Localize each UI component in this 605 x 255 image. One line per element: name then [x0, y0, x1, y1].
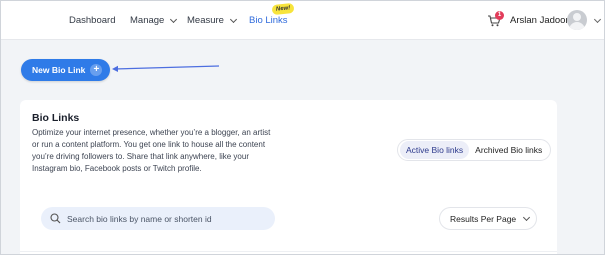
avatar-head [573, 13, 581, 21]
nav-dashboard-label: Dashboard [69, 15, 116, 26]
avatar-body [569, 22, 585, 30]
nav-dashboard[interactable]: Dashboard [69, 15, 115, 26]
top-navigation: Dashboard Manage Measure Bio Links New! … [1, 1, 604, 40]
plus-icon: + [90, 64, 103, 76]
cart-count-badge: 1 [495, 11, 504, 20]
chevron-down-icon [229, 15, 238, 23]
tab-active-bio-links[interactable]: Active Bio links [400, 141, 470, 159]
nav-measure-label: Measure [187, 15, 224, 26]
results-per-page-select[interactable]: Results Per Page [439, 207, 537, 230]
nav-manage-label: Manage [130, 15, 165, 26]
chevron-down-icon [170, 15, 178, 23]
chevron-down-icon [523, 213, 531, 221]
user-name[interactable]: Arslan Jadoon [510, 15, 571, 26]
nav-measure[interactable]: Measure [187, 15, 238, 26]
divider [20, 251, 557, 252]
card-description: Optimize your internet presence, whether… [32, 128, 271, 173]
pointer-arrow-icon [112, 65, 220, 72]
tab-archived-bio-links[interactable]: Archived Bio links [469, 141, 548, 159]
search-icon [50, 213, 61, 224]
card-title: Bio Links [32, 112, 80, 124]
avatar[interactable] [567, 10, 587, 30]
search-placeholder: Search bio links by name or shorten id [67, 213, 212, 224]
nav-manage[interactable]: Manage [130, 15, 178, 26]
bio-links-card: Bio Links Optimize your internet presenc… [20, 100, 557, 254]
new-bio-link-button[interactable]: New Bio Link + [21, 59, 110, 81]
chevron-down-icon[interactable] [593, 15, 602, 24]
new-bio-link-label: New Bio Link [32, 65, 86, 75]
new-badge: New! [271, 2, 295, 16]
nav-bio-links-label: Bio Links [249, 15, 288, 26]
nav-bio-links[interactable]: Bio Links [249, 15, 288, 26]
bio-links-tabs: Active Bio links Archived Bio links [397, 139, 552, 161]
results-per-page-label: Results Per Page [450, 213, 517, 224]
search-input[interactable]: Search bio links by name or shorten id [41, 207, 275, 230]
app-window: Dashboard Manage Measure Bio Links New! … [0, 0, 605, 255]
